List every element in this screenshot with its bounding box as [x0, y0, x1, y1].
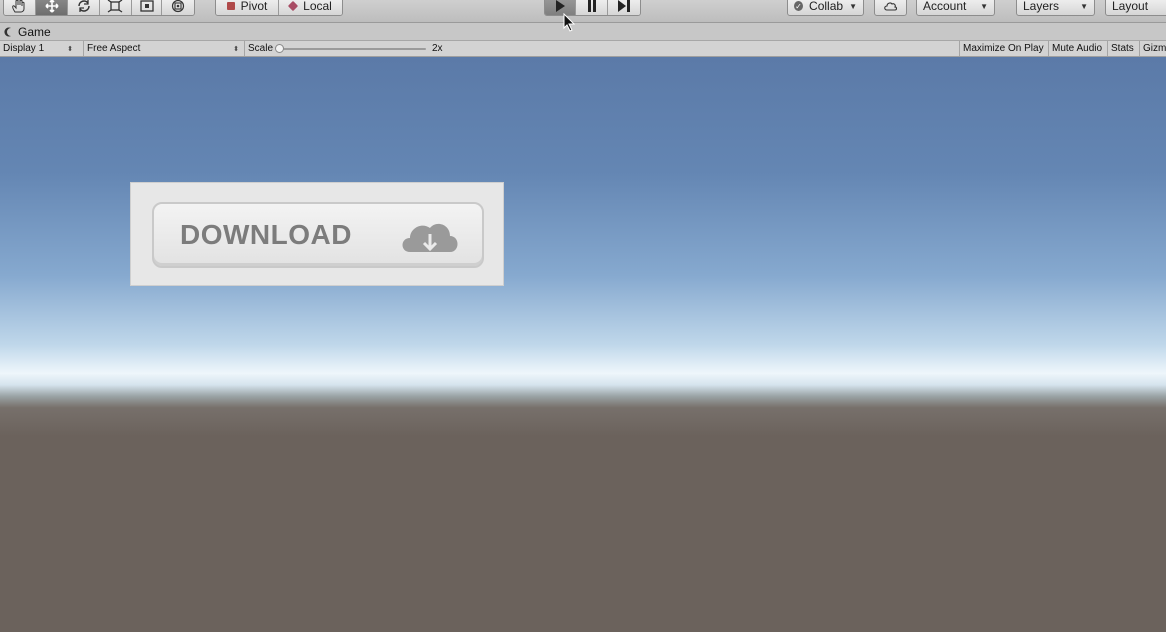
local-button[interactable]: Local	[279, 0, 342, 15]
aspect-dropdown[interactable]: Free Aspect ⬍	[83, 41, 242, 56]
layers-dropdown[interactable]: Layers ▼	[1016, 0, 1095, 16]
layout-label: Layout	[1112, 0, 1149, 13]
main-toolbar: Pivot Local ✓ Collab ▼ Account ▼ Layers	[0, 0, 1166, 23]
cloud-download-icon	[402, 223, 458, 252]
stats-toggle[interactable]: Stats	[1107, 41, 1137, 56]
download-button[interactable]: DOWNLOAD	[152, 202, 484, 268]
pause-icon	[587, 0, 596, 12]
mute-audio-toggle[interactable]: Mute Audio	[1048, 41, 1105, 56]
pivot-local-toggle: Pivot Local	[215, 0, 343, 16]
scale-slider-track[interactable]	[281, 48, 426, 50]
play-controls	[544, 0, 641, 16]
account-dropdown[interactable]: Account ▼	[916, 0, 995, 16]
display-dropdown[interactable]: Display 1 ⬍	[0, 41, 76, 56]
transform-tool-icon[interactable]	[162, 0, 194, 15]
layers-label: Layers	[1023, 0, 1060, 13]
chevron-down-icon: ▼	[849, 1, 857, 11]
transform-tools	[3, 0, 195, 16]
chevron-down-icon: ▼	[980, 1, 988, 11]
local-label: Local	[303, 0, 332, 13]
game-controller-icon	[4, 27, 11, 36]
updown-arrows-icon: ⬍	[67, 45, 73, 53]
pivot-label: Pivot	[240, 0, 268, 13]
play-icon	[556, 0, 566, 12]
hand-tool-icon[interactable]	[4, 0, 36, 15]
layout-dropdown[interactable]: Layout	[1105, 0, 1166, 16]
step-icon	[617, 0, 630, 12]
tab-game[interactable]: Game	[0, 23, 51, 40]
display-label: Display 1	[3, 43, 45, 54]
move-tool-icon[interactable]	[35, 0, 69, 15]
maximize-on-play-toggle[interactable]: Maximize On Play	[959, 41, 1047, 56]
game-view: DOWNLOAD	[0, 57, 1166, 632]
mouse-cursor-icon	[563, 13, 576, 32]
account-label: Account	[923, 0, 967, 13]
scale-slider-thumb[interactable]	[275, 44, 284, 53]
pivot-button[interactable]: Pivot	[216, 0, 280, 15]
cloud-icon	[883, 2, 897, 11]
updown-arrows-icon: ⬍	[233, 45, 239, 53]
download-button-image: DOWNLOAD	[130, 182, 504, 286]
download-button-label: DOWNLOAD	[180, 219, 352, 250]
scale-value: 2x	[432, 43, 443, 54]
local-icon	[288, 0, 299, 12]
scale-tool-icon[interactable]	[100, 0, 132, 15]
rotate-tool-icon[interactable]	[68, 0, 100, 15]
check-icon: ✓	[794, 1, 804, 11]
tab-strip: Game	[0, 23, 1166, 41]
tab-game-label: Game	[18, 24, 51, 39]
rect-tool-icon[interactable]	[131, 0, 163, 15]
pivot-icon	[226, 2, 235, 10]
cloud-button[interactable]	[874, 0, 907, 16]
collab-label: Collab	[809, 0, 844, 13]
pause-button[interactable]	[576, 0, 608, 15]
chevron-down-icon: ▼	[1080, 1, 1088, 11]
scale-label: Scale	[244, 41, 274, 56]
game-view-controls: Display 1 ⬍ Free Aspect ⬍ Scale 2x Maxim…	[0, 41, 1166, 57]
step-button[interactable]	[607, 0, 640, 15]
collab-dropdown[interactable]: ✓ Collab ▼	[787, 0, 864, 16]
gizmos-dropdown[interactable]: Gizm	[1139, 41, 1166, 56]
aspect-label: Free Aspect	[87, 43, 141, 54]
